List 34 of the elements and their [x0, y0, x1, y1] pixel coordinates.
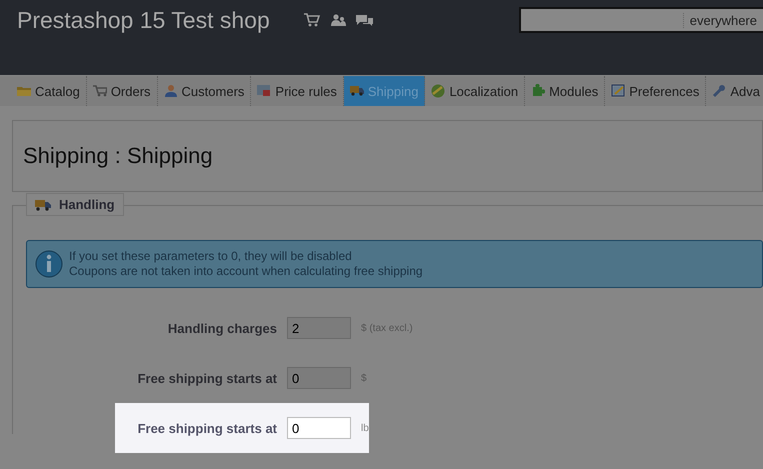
- unit-label: lb: [361, 422, 369, 434]
- truck-icon: [35, 198, 51, 210]
- nav-tab[interactable]: Orders: [86, 76, 158, 106]
- truck-icon: [350, 84, 364, 98]
- nav-tab[interactable]: Modules: [525, 76, 606, 106]
- nav-tab[interactable]: Localization: [425, 76, 526, 106]
- nav-tab[interactable]: Adva: [706, 76, 763, 106]
- nav-tab[interactable]: Customers: [158, 76, 252, 106]
- field-label: Handling charges: [166, 320, 277, 336]
- field-label: Free shipping starts at: [136, 370, 277, 386]
- legend-title: Handling: [59, 197, 115, 212]
- chat-icon[interactable]: [356, 14, 373, 26]
- info-text: Coupons are not taken into account when calculating free shipping: [69, 264, 423, 279]
- cart-icon[interactable]: [304, 13, 320, 27]
- info-icon: [35, 250, 63, 278]
- input-field[interactable]: 0: [287, 367, 351, 389]
- search-field[interactable]: everywhere: [519, 7, 763, 33]
- field-label: Free shipping starts at: [136, 420, 277, 436]
- form-icon: [611, 84, 626, 98]
- unit-label: $: [361, 372, 367, 384]
- cart-icon: [92, 84, 107, 98]
- page-title: Shipping : Shipping: [23, 143, 213, 169]
- info-text: If you set these parameters to 0, they will be disabled: [69, 249, 353, 264]
- puzzle-icon: [531, 84, 546, 98]
- folder-icon: [17, 84, 31, 98]
- nav-tab[interactable]: Preferences: [605, 76, 706, 106]
- wrench-icon: [712, 84, 726, 98]
- people-icon[interactable]: [330, 14, 346, 26]
- nav-tab[interactable]: Catalog: [11, 76, 87, 106]
- input-field[interactable]: 2: [287, 317, 351, 339]
- nav-tab[interactable]: Price rules: [251, 76, 344, 106]
- input-field[interactable]: 0: [287, 417, 351, 439]
- shop-title: Prestashop 15 Test shop: [17, 6, 270, 34]
- person-icon: [164, 84, 178, 98]
